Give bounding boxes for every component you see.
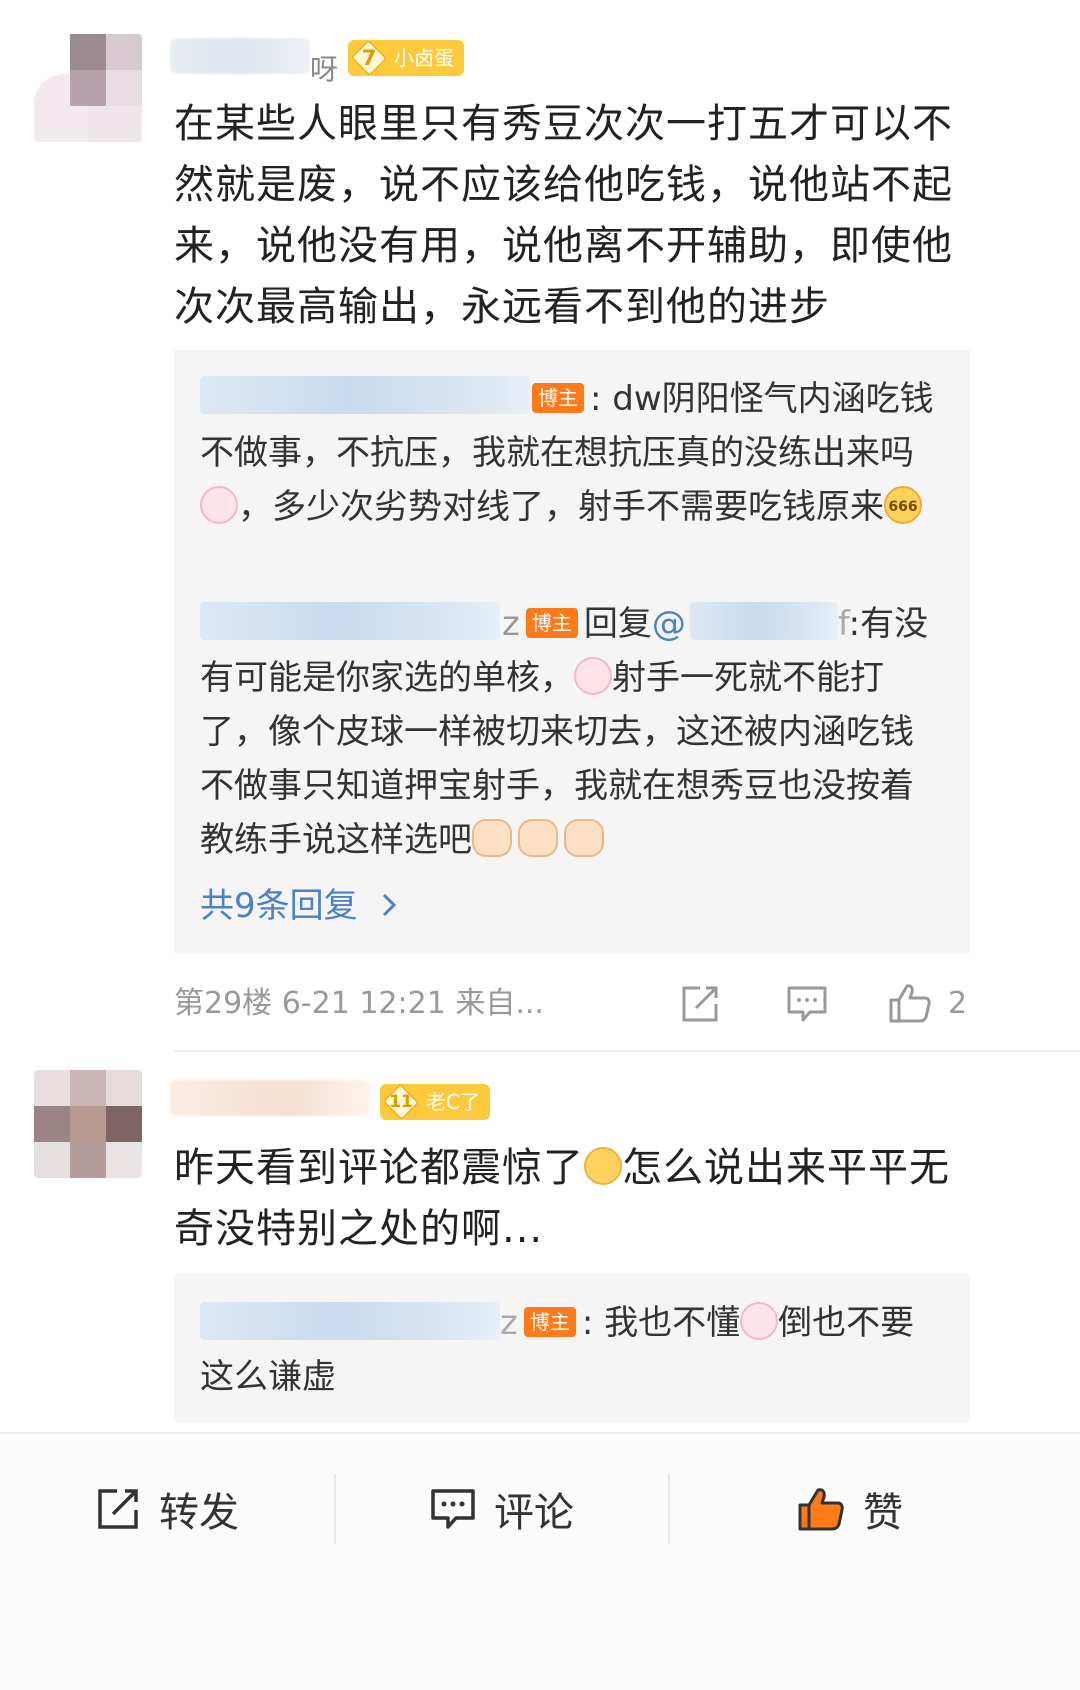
bottom-action-bar: 转发 评论 赞 bbox=[0, 1432, 1080, 1690]
repost-icon bbox=[98, 1489, 138, 1529]
blogger-tag: 博主 bbox=[523, 1306, 576, 1337]
blogger-tag: 博主 bbox=[525, 607, 578, 638]
comment-meta: 第29楼 6-21 12:21 来自... bbox=[174, 986, 544, 1021]
reply-item: z 博主 回复@ f:有没有可能是你家选的单核， 射手一死就不能打了，像个皮球一样被切来… bbox=[200, 604, 929, 860]
like-button[interactable]: 赞 bbox=[670, 1434, 1030, 1584]
level-badge: 7 小卤蛋 bbox=[348, 39, 464, 77]
comment-text: 昨天看到评论都震惊了 怎么说出来平平无奇没特别之处的啊... bbox=[174, 1145, 950, 1252]
chevron-right-icon bbox=[383, 893, 397, 916]
sweat-emoji-icon bbox=[584, 1147, 622, 1185]
reply-item: z 博主: 我也不懂 倒也不要这么谦虚 bbox=[200, 1301, 915, 1397]
username-blurred[interactable] bbox=[170, 1080, 370, 1116]
mention-link[interactable]: @ bbox=[652, 604, 686, 644]
divider bbox=[174, 1050, 1080, 1052]
level-badge: 11 老C了 bbox=[380, 1083, 490, 1121]
fist-emoji-icon bbox=[518, 818, 558, 857]
share-icon[interactable] bbox=[680, 984, 720, 1024]
more-replies-link[interactable]: 共9条回复 bbox=[200, 882, 400, 930]
avatar[interactable] bbox=[34, 1070, 142, 1178]
666-emoji-icon: 666 bbox=[884, 485, 922, 524]
username-blurred[interactable] bbox=[170, 38, 310, 74]
comment-icon[interactable] bbox=[786, 984, 828, 1024]
comment-button[interactable]: 评论 bbox=[336, 1434, 668, 1584]
fist-emoji-icon bbox=[472, 818, 512, 857]
thumbs-up-icon bbox=[798, 1488, 844, 1531]
username-suffix[interactable]: 呀 bbox=[310, 48, 338, 88]
rabbit-emoji-icon bbox=[740, 1301, 779, 1340]
blogger-tag: 博主 bbox=[532, 382, 584, 413]
comment-icon bbox=[431, 1489, 475, 1529]
repost-button[interactable]: 转发 bbox=[0, 1434, 334, 1584]
like-count: 2 bbox=[948, 986, 968, 1021]
thumbs-up-icon[interactable] bbox=[888, 982, 932, 1024]
reply-item: 博主: dw阴阳怪气内涵吃钱不做事，不抗压，我就在想抗压真的没练出来吗，多少次劣… bbox=[200, 379, 934, 527]
comment-text: 在某些人眼里只有秀豆次次一打五才可以不然就是废，说不应该给他吃钱，说他站不起来，… bbox=[174, 101, 953, 330]
rabbit-emoji-icon bbox=[574, 656, 612, 695]
fist-emoji-icon bbox=[564, 818, 604, 857]
rabbit-emoji-icon bbox=[200, 485, 238, 524]
avatar[interactable] bbox=[34, 34, 142, 142]
